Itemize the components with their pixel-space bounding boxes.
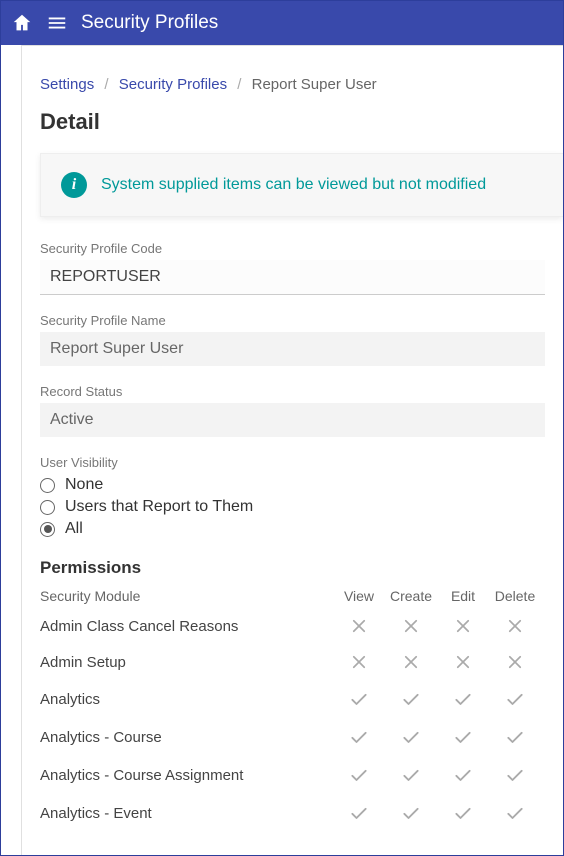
detail-heading: Detail [22,101,563,153]
radio-icon [40,478,55,493]
check-icon [333,689,385,709]
check-icon [437,727,489,747]
field-label: Record Status [40,384,545,399]
check-icon [385,803,437,823]
radio-label: None [65,476,103,494]
home-icon[interactable] [11,12,33,34]
info-banner: i System supplied items can be viewed bu… [40,153,563,217]
permissions-row: Admin Class Cancel Reasons [40,608,541,644]
field-value-code[interactable]: REPORTUSER [40,260,545,295]
col-header-view: View [333,588,385,604]
permission-module-name: Analytics - Course Assignment [40,767,333,784]
permissions-row: Admin Setup [40,644,541,680]
page-title: Security Profiles [81,12,218,34]
permission-module-name: Admin Setup [40,654,333,671]
permission-module-name: Analytics [40,691,333,708]
cross-icon [385,617,437,635]
col-header-module: Security Module [40,588,333,604]
menu-icon[interactable] [45,12,69,34]
breadcrumb-security-profiles[interactable]: Security Profiles [119,76,227,93]
check-icon [437,803,489,823]
check-icon [385,765,437,785]
cross-icon [437,617,489,635]
breadcrumb: Settings / Security Profiles / Report Su… [22,64,563,101]
radio-icon [40,522,55,537]
field-label: Security Profile Code [40,241,545,256]
cross-icon [385,653,437,671]
field-value-name: Report Super User [40,332,545,366]
cross-icon [489,617,541,635]
check-icon [385,689,437,709]
breadcrumb-settings[interactable]: Settings [40,76,94,93]
check-icon [437,765,489,785]
permissions-row: Analytics - Course Assignment [40,756,541,794]
check-icon [437,689,489,709]
permissions-row: Analytics - Course [40,718,541,756]
check-icon [489,765,541,785]
permissions-row: Analytics - Event [40,794,541,832]
radio-label: Users that Report to Them [65,498,253,516]
visibility-option[interactable]: All [40,518,545,540]
col-header-create: Create [385,588,437,604]
cross-icon [437,653,489,671]
check-icon [333,803,385,823]
field-label: Security Profile Name [40,313,545,328]
field-security-profile-name: Security Profile Name Report Super User [40,313,545,366]
field-user-visibility: User Visibility None Users that Report to… [40,455,545,540]
check-icon [333,727,385,747]
info-icon: i [61,172,87,198]
cross-icon [489,653,541,671]
permission-module-name: Analytics - Event [40,805,333,822]
check-icon [385,727,437,747]
page-body: Settings / Security Profiles / Report Su… [21,45,563,855]
visibility-radio-group: None Users that Report to Them All [40,474,545,540]
col-header-delete: Delete [489,588,541,604]
detail-form: Security Profile Code REPORTUSER Securit… [22,217,563,832]
permissions-heading: Permissions [40,558,545,578]
cross-icon [333,653,385,671]
visibility-option[interactable]: Users that Report to Them [40,496,545,518]
field-value-status: Active [40,403,545,437]
radio-icon [40,500,55,515]
field-security-profile-code: Security Profile Code REPORTUSER [40,241,545,295]
field-label: User Visibility [40,455,545,470]
check-icon [489,727,541,747]
col-header-edit: Edit [437,588,489,604]
permissions-header-row: Security Module View Create Edit Delete [40,584,541,608]
breadcrumb-current: Report Super User [252,76,377,93]
permissions-table: Security Module View Create Edit Delete … [40,584,545,832]
field-record-status: Record Status Active [40,384,545,437]
cross-icon [333,617,385,635]
radio-label: All [65,520,83,538]
visibility-option[interactable]: None [40,474,545,496]
check-icon [489,689,541,709]
check-icon [333,765,385,785]
info-banner-text: System supplied items can be viewed but … [101,176,486,194]
permissions-row: Analytics [40,680,541,718]
permission-module-name: Analytics - Course [40,729,333,746]
breadcrumb-sep: / [98,76,114,93]
breadcrumb-sep: / [231,76,247,93]
check-icon [489,803,541,823]
permission-module-name: Admin Class Cancel Reasons [40,618,333,635]
app-topbar: Security Profiles [1,1,563,45]
